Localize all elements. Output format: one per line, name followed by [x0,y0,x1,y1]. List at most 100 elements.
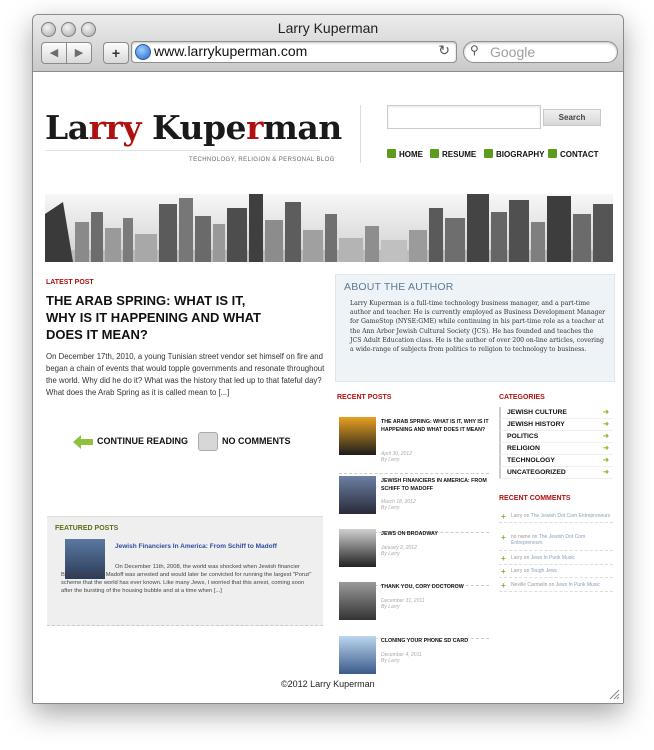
about-author-text: Larry Kuperman is a full-time technology… [350,300,606,354]
featured-post-excerpt: On December 11th, 2008, the world was sh… [61,564,312,594]
back-button[interactable]: ◀ [41,42,67,64]
logo-text-3: Kupe [141,108,247,147]
resize-handle-icon[interactable] [608,688,620,700]
globe-icon [135,44,151,60]
recent-post-author: By Larry [381,457,400,463]
google-search-placeholder: Google [490,44,536,60]
recent-post-author: By Larry [381,604,400,610]
nav-home[interactable]: HOME [387,149,423,159]
page-content: Larry Kuperman TECHNOLOGY, RELIGION & PE… [33,72,623,703]
search-button[interactable]: Search [543,109,601,126]
site-tagline: TECHNOLOGY, RELIGION & PERSONAL BLOG [189,157,335,163]
recent-post-title[interactable]: JEWS ON BROADWAY [381,531,489,539]
nav-biography[interactable]: BIOGRAPHY [484,149,544,159]
plus-icon: + [501,533,506,542]
recent-comment-item: + Larry on Jews In Punk Music [499,554,613,566]
comment-on: on [547,582,556,588]
recent-post-title[interactable]: THE ARAB SPRING: WHAT IS IT, WHY IS IT H… [381,419,489,434]
comment-post-link[interactable]: Jews In Punk Music [531,555,575,561]
comment-author[interactable]: no name [511,534,530,540]
comment-on: on [530,534,539,540]
category-item[interactable]: TECHNOLOGY ➜ [499,455,613,467]
arrow-right-icon: ➜ [603,469,609,476]
recent-posts-label: RECENT POSTS [337,394,392,401]
google-search-field[interactable]: ⚲ Google [463,41,618,63]
recent-post-item[interactable]: JEWISH FINANCIERS IN AMERICA: FROM SCHIF… [339,476,489,533]
phone-icon [548,149,557,158]
comment-author[interactable]: Larry [511,513,522,519]
nav-contact-label: CONTACT [560,150,599,159]
categories-label: CATEGORIES [499,394,545,401]
nav-resume[interactable]: RESUME [430,149,476,159]
footer-copyright: ©2012 Larry Kuperman [281,679,375,689]
arrow-right-icon: ➜ [603,409,609,416]
nav-home-label: HOME [399,150,423,159]
category-item[interactable]: UNCATEGORIZED ➜ [499,467,613,479]
plus-icon: + [501,554,506,563]
recent-post-item[interactable]: JEWS ON BROADWAY January 2, 2012 By Larr… [339,529,489,586]
comment-post-link[interactable]: Tough Jews [531,568,557,574]
comment-on: on [522,555,531,561]
featured-post-title[interactable]: Jewish Financiers In America: From Schif… [115,543,315,550]
category-item[interactable]: POLITICS ➜ [499,431,613,443]
comment-post-link[interactable]: The Jewish Dot Com Entrepreneurs [531,513,610,519]
category-label: POLITICS [507,433,539,440]
plus-icon: + [501,512,506,521]
recent-post-thumbnail [339,582,376,620]
recent-post-item[interactable]: THANK YOU, CORY DOCTOROW December 31, 20… [339,582,489,639]
site-logo[interactable]: Larry Kuperman [45,108,342,147]
logo-text-4: r [246,108,263,147]
arrow-right-icon: ➜ [603,433,609,440]
latest-post-title[interactable]: THE ARAB SPRING: WHAT IS IT, WHY IS IT H… [46,292,271,343]
arrow-right-icon: ➜ [603,421,609,428]
recent-comment-item: + no name on The Jewish Dot Com Entrepren… [499,534,613,551]
category-item[interactable]: JEWISH CULTURE ➜ [499,407,613,419]
comment-post-link[interactable]: Jews In Punk Music [556,582,600,588]
skyline-banner [45,194,613,262]
recent-comment-item: + Neville Carmelin on Jews In Punk Music [499,581,613,593]
recent-post-author: By Larry [381,658,400,664]
category-label: RELIGION [507,445,540,452]
add-bookmark-button[interactable]: + [103,42,129,64]
featured-posts-label: FEATURED POSTS [55,525,119,532]
category-item[interactable]: RELIGION ➜ [499,443,613,455]
title-bar: Larry Kuperman ◀ ▶ + www.larrykuperman.c… [33,15,623,72]
no-comments-link[interactable]: NO COMMENTS [222,436,291,446]
recent-post-author: By Larry [381,505,400,511]
recent-post-thumbnail [339,529,376,567]
address-bar[interactable]: www.larrykuperman.com ↻ [131,41,457,63]
comment-author[interactable]: Larry [511,555,522,561]
continue-reading-link[interactable]: CONTINUE READING [97,436,188,446]
plus-icon: + [501,581,506,590]
logo-text-2: rry [88,108,142,147]
comment-on: on [522,568,531,574]
plus-icon: + [501,567,506,576]
forward-button[interactable]: ▶ [66,42,92,64]
category-label: JEWISH HISTORY [507,421,565,428]
recent-comments-label: RECENT COMMENTS [499,495,571,502]
window-title: Larry Kuperman [277,20,379,36]
recent-post-title[interactable]: JEWISH FINANCIERS IN AMERICA: FROM SCHIF… [381,478,489,493]
comment-icon [198,432,218,451]
category-label: TECHNOLOGY [507,457,555,464]
about-author-box: ABOUT THE AUTHOR Larry Kuperman is a ful… [335,274,615,382]
browser-window: Larry Kuperman ◀ ▶ + www.larrykuperman.c… [32,14,624,704]
arrow-left-icon [73,435,93,449]
comment-author[interactable]: Larry [511,568,522,574]
recent-post-item[interactable]: THE ARAB SPRING: WHAT IS IT, WHY IS IT H… [339,417,489,474]
logo-divider [45,150,320,151]
comment-author[interactable]: Neville Carmelin [511,582,547,588]
category-item[interactable]: JEWISH HISTORY ➜ [499,419,613,431]
nav-contact[interactable]: CONTACT [548,149,599,159]
recent-post-author: By Larry [381,551,400,557]
comment-on: on [522,513,531,519]
recent-post-thumbnail [339,636,376,674]
home-icon [387,149,396,158]
header-divider [360,105,361,163]
recent-post-title[interactable]: THANK YOU, CORY DOCTOROW [381,584,489,592]
logo-text-1: La [45,108,89,147]
reload-icon[interactable]: ↻ [438,42,450,59]
site-search-input[interactable] [387,105,541,129]
recent-comment-item: + Larry on The Jewish Dot Com Entrepreneu… [499,512,613,524]
recent-post-title[interactable]: CLONING YOUR PHONE SD CARD [381,638,489,646]
